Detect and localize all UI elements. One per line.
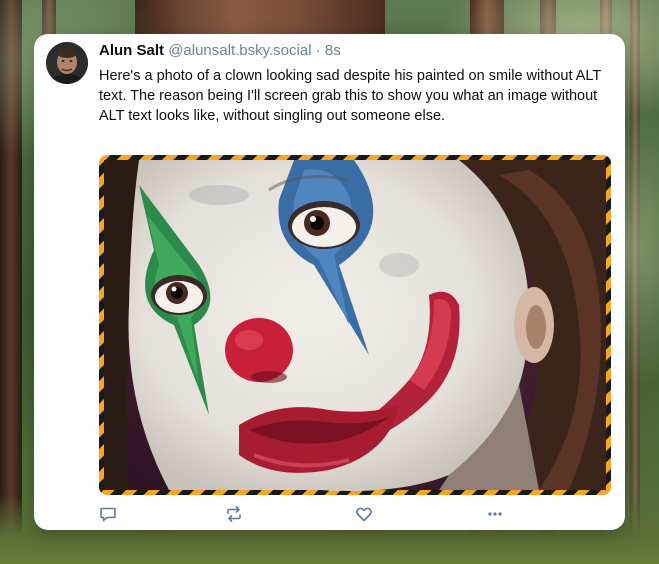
- profile-avatar[interactable]: [46, 42, 88, 84]
- more-options-icon[interactable]: [486, 505, 508, 525]
- post-card[interactable]: Alun Salt @alunsalt.bsky.social · 8s Her…: [34, 34, 625, 530]
- reply-icon[interactable]: [99, 505, 121, 525]
- post-actions: [99, 505, 611, 525]
- heart-icon[interactable]: [355, 505, 377, 525]
- repost-icon[interactable]: [225, 505, 247, 525]
- post-header: Alun Salt @alunsalt.bsky.social · 8s: [99, 41, 613, 61]
- author-handle[interactable]: @alunsalt.bsky.social: [168, 42, 311, 59]
- post-text: Here's a photo of a clown looking sad de…: [99, 68, 601, 124]
- author-name[interactable]: Alun Salt: [99, 42, 164, 59]
- post-image[interactable]: [99, 155, 611, 495]
- header-separator: ·: [311, 42, 325, 59]
- post-timestamp[interactable]: 8s: [325, 42, 341, 59]
